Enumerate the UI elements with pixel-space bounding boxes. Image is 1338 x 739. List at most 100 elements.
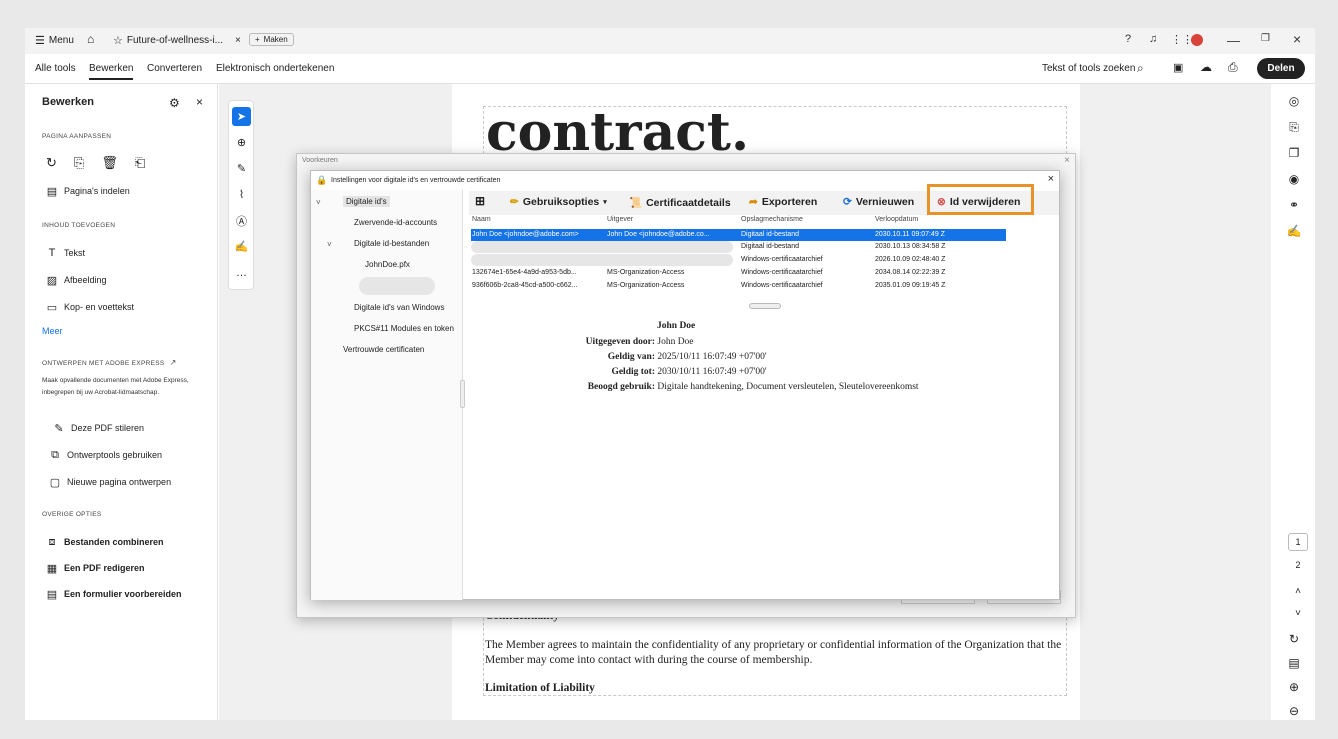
- add-id-icon[interactable]: ⊞: [475, 194, 485, 208]
- share-button[interactable]: Delen: [1257, 58, 1305, 79]
- signature-icon[interactable]: ✍: [1285, 222, 1303, 240]
- redact-pdf-button[interactable]: ▦ Een PDF redigeren: [46, 562, 145, 575]
- column-header-storage[interactable]: Opslagmechanisme: [741, 216, 803, 223]
- tab-convert[interactable]: Converteren: [147, 63, 202, 74]
- edit-panel: Bewerken ⚙ × PAGINA AANPASSEN ↻ ⎘ 🗑 ⎗ ▤ …: [25, 84, 218, 720]
- close-tab-icon[interactable]: ×: [235, 35, 241, 46]
- tree-item-pfx-file[interactable]: JohnDoe.pfx: [365, 260, 410, 269]
- print-icon[interactable]: ⎙: [1228, 60, 1238, 75]
- page-number-1[interactable]: 1: [1288, 533, 1308, 551]
- restore-button[interactable]: ❐: [1261, 33, 1270, 44]
- organize-pages-button[interactable]: ▤ Pagina's indelen: [46, 185, 130, 198]
- pages-icon[interactable]: ❐: [1285, 144, 1303, 162]
- header-footer-button[interactable]: ▭ Kop- en voettekst: [46, 301, 134, 314]
- add-text-button[interactable]: T Tekst: [46, 247, 85, 259]
- insert-page-icon[interactable]: ⎗: [135, 155, 145, 171]
- rotate-icon[interactable]: ↻: [46, 155, 57, 171]
- delete-icon[interactable]: 🗑: [101, 155, 118, 171]
- form-icon: ▤: [46, 588, 58, 601]
- pane-resize-handle[interactable]: [749, 303, 781, 309]
- chevron-down-icon[interactable]: ˅: [1288, 604, 1308, 622]
- tab-edit[interactable]: Bewerken: [89, 63, 134, 80]
- tree-item-windows[interactable]: Digitale id's van Windows: [354, 303, 444, 312]
- design-tools-button[interactable]: ⧉ Ontwerptools gebruiken: [49, 449, 162, 461]
- paragraph[interactable]: The Member agrees to maintain the confid…: [485, 638, 1065, 668]
- chevron-down-icon[interactable]: ˅: [316, 198, 321, 207]
- preferences-close-icon[interactable]: ×: [1064, 155, 1070, 166]
- tree-item-digital-ids[interactable]: Digitale id's: [343, 196, 390, 207]
- page-number-2[interactable]: 2: [1288, 556, 1308, 574]
- select-tool-icon[interactable]: ➤: [232, 107, 251, 126]
- chevron-up-icon[interactable]: ˄: [1288, 582, 1308, 600]
- avatar[interactable]: [1191, 34, 1203, 46]
- table-row[interactable]: 132674e1-65e4-4a9d-a953-5db... MS-Organi…: [471, 267, 1006, 279]
- chevron-down-icon[interactable]: ˅: [327, 240, 332, 249]
- zoom-out-icon[interactable]: ⊖: [1285, 702, 1303, 720]
- new-tab-button[interactable]: + Maken: [249, 33, 294, 46]
- star-icon[interactable]: ☆: [113, 34, 123, 47]
- notification-icon[interactable]: ♫: [1149, 33, 1157, 45]
- bookmark-icon[interactable]: ⎘: [1285, 118, 1303, 136]
- refresh-icon[interactable]: ↻: [1285, 630, 1303, 648]
- dialog-close-icon[interactable]: ×: [1048, 173, 1054, 185]
- tree-item-pkcs[interactable]: PKCS#11 Modules en token: [354, 324, 454, 333]
- zoom-in-icon[interactable]: ⊕: [1285, 678, 1303, 696]
- style-pdf-button[interactable]: ✎ Deze PDF stileren: [53, 422, 144, 435]
- express-description: Maak opvallende documenten met Adobe Exp…: [42, 377, 189, 396]
- table-row[interactable]: Windows-certificaatarchief 2026.10.09 02…: [471, 254, 1006, 266]
- tree-item-trusted[interactable]: Vertrouwde certificaten: [343, 345, 424, 354]
- column-header-issuer[interactable]: Uitgever: [607, 216, 633, 223]
- redact-icon: ▦: [46, 562, 58, 575]
- tab-esign[interactable]: Elektronisch ondertekenen: [216, 63, 334, 74]
- right-rail: ◎ ⎘ ❐ ◉ ⚭ ✍ ↻ ▤ ⊕ ⊖: [1272, 84, 1315, 720]
- search-icon[interactable]: ⌕: [1137, 61, 1144, 76]
- tab-all-tools[interactable]: Alle tools: [35, 63, 76, 74]
- refresh-button[interactable]: ⟳ Vernieuwen: [843, 196, 914, 208]
- apps-grid-icon[interactable]: ⋮⋮: [1171, 33, 1193, 46]
- help-icon[interactable]: ?: [1125, 33, 1131, 45]
- tree-item-id-files[interactable]: Digitale id-bestanden: [354, 239, 429, 248]
- certificate-details-button[interactable]: 📜 Certificaatdetails: [629, 196, 731, 210]
- column-header-name[interactable]: Naam: [472, 216, 491, 223]
- menu-button[interactable]: ☰ Menu: [35, 34, 74, 47]
- more-tools-icon[interactable]: …: [232, 263, 251, 282]
- gear-icon[interactable]: ⚙: [169, 96, 180, 110]
- intended-usage-row: Beoogd gebruik: Digitale handtekening, D…: [587, 382, 919, 392]
- save-icon[interactable]: ▣: [1173, 61, 1183, 74]
- new-page-design-button[interactable]: ▢ Nieuwe pagina ontwerpen: [49, 476, 171, 489]
- sign-tool-icon[interactable]: ✍: [232, 237, 251, 256]
- upload-cloud-icon[interactable]: ☁: [1200, 60, 1212, 74]
- lasso-tool-icon[interactable]: ⌇: [232, 185, 251, 204]
- prepare-form-button[interactable]: ▤ Een formulier voorbereiden: [46, 588, 182, 601]
- column-header-expiry[interactable]: Verloopdatum: [875, 216, 918, 223]
- tree-item-roaming[interactable]: Zwervende-id-accounts: [354, 218, 437, 227]
- splitter-handle[interactable]: [460, 380, 465, 408]
- link-icon[interactable]: ⚭: [1285, 196, 1303, 214]
- add-image-button[interactable]: ▨ Afbeelding: [46, 274, 107, 287]
- dropdown-arrow-icon: ▾: [603, 199, 607, 206]
- home-icon[interactable]: ⌂: [87, 32, 94, 46]
- pen-tool-icon[interactable]: ✎: [232, 159, 251, 178]
- usage-options-button[interactable]: ✏ Gebruiksopties ▾: [510, 196, 607, 208]
- table-row[interactable]: John Doe <johndoe@adobe.com> John Doe <j…: [471, 229, 1006, 241]
- section-express: ONTWERPEN MET ADOBE EXPRESS ↗: [42, 358, 177, 367]
- combine-files-button[interactable]: ⧈ Bestanden combineren: [46, 536, 164, 548]
- page-setup-icon[interactable]: ▤: [1285, 654, 1303, 672]
- minimize-button[interactable]: —: [1227, 33, 1240, 48]
- table-row[interactable]: 936f606b-2ca8-45cd-a500-c662... MS-Organ…: [471, 280, 1006, 292]
- comment-icon[interactable]: ◎: [1285, 92, 1303, 110]
- layers-icon[interactable]: ◉: [1285, 170, 1303, 188]
- close-window-button[interactable]: ×: [1293, 31, 1301, 47]
- table-row[interactable]: Digitaal id-bestand 2030.10.13 08:34:58 …: [471, 241, 1006, 253]
- external-link-icon: ↗: [169, 358, 177, 367]
- extract-icon[interactable]: ⎘: [74, 155, 84, 171]
- export-button[interactable]: ➦ Exporteren: [749, 196, 817, 208]
- heading-liability[interactable]: Limitation of Liability: [485, 681, 1065, 696]
- tool-search-label[interactable]: Tekst of tools zoeken: [1042, 63, 1135, 74]
- text-box-tool-icon[interactable]: Ⓐ: [232, 211, 251, 230]
- document-tab[interactable]: ☆ Future-of-wellness-i... ×: [113, 34, 241, 47]
- comment-tool-icon[interactable]: ⊕: [232, 133, 251, 152]
- more-link[interactable]: Meer: [42, 326, 63, 336]
- panel-title: Bewerken: [42, 96, 94, 108]
- close-panel-icon[interactable]: ×: [196, 95, 203, 109]
